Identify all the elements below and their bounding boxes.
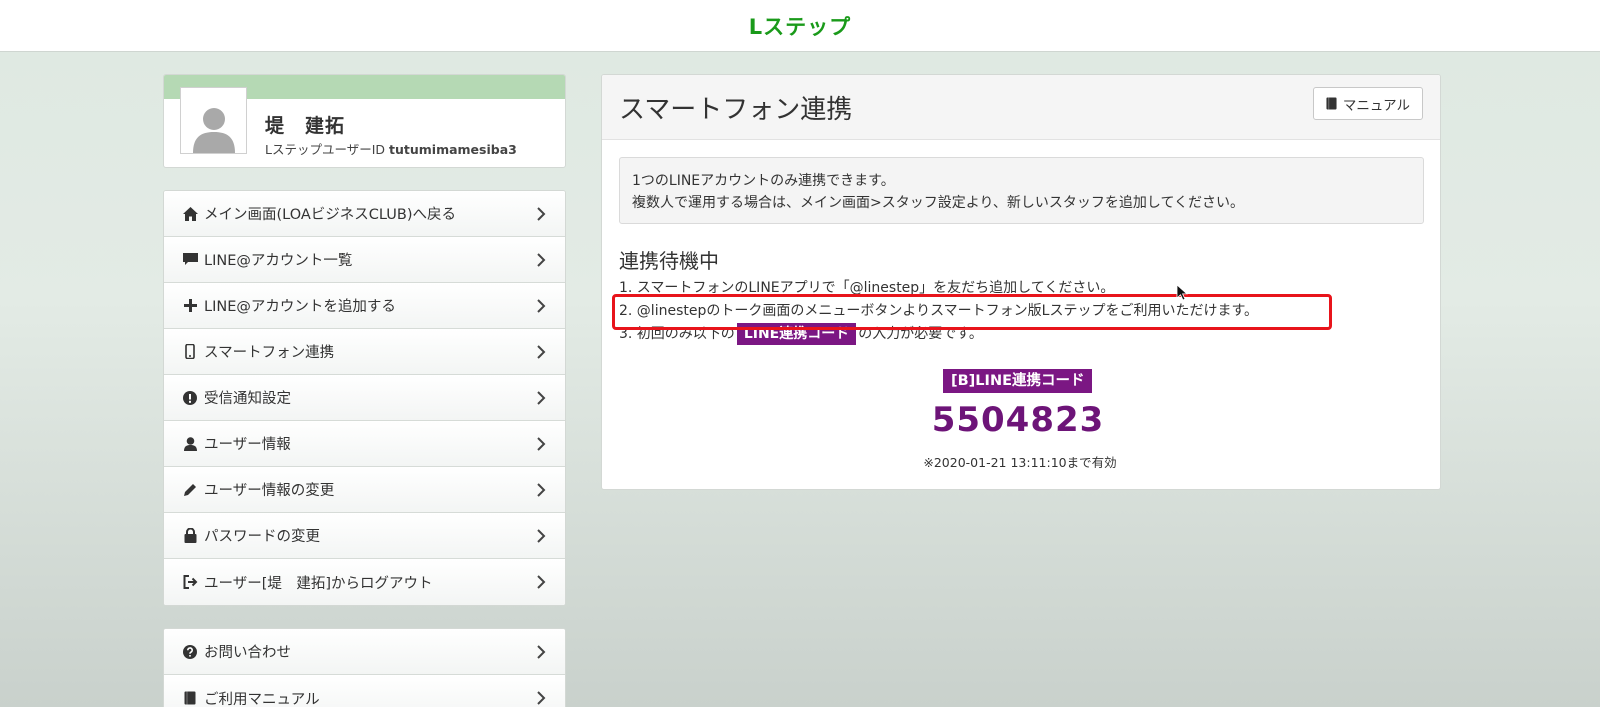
sidebar-item-label: ユーザー[堤 建拓]からログアウト (204, 575, 433, 592)
smartphone-icon (181, 344, 199, 360)
sidebar-item-edit-user[interactable]: ユーザー情報の変更 (164, 467, 565, 513)
chevron-right-icon (537, 344, 546, 359)
sidebar-item-user-info[interactable]: ユーザー情報 (164, 421, 565, 467)
sidebar-item-label: ユーザー情報の変更 (204, 483, 335, 499)
lock-icon (181, 528, 199, 544)
chevron-right-icon (537, 252, 546, 267)
pencil-icon (181, 482, 199, 498)
mouse-cursor-icon (1176, 284, 1188, 301)
avatar (180, 87, 247, 154)
steps-list: 1. スマートフォンのLINEアプリで「@linestep」を友だち追加してくだ… (619, 277, 1258, 346)
alert-icon (181, 390, 199, 406)
profile-card: 堤 建拓 LステップユーザーID tutumimamesiba3 (163, 74, 566, 168)
notice-line: 複数人で運用する場合は、メイン画面>スタッフ設定より、新しいスタッフを追加してく… (632, 195, 1245, 211)
notice-box: 1つのLINEアカウントのみ連携できます。 複数人で運用する場合は、メイン画面>… (619, 157, 1424, 224)
page-title: スマートフォン連携 (619, 95, 853, 125)
sidebar-item-logout[interactable]: ユーザー[堤 建拓]からログアウト (164, 559, 565, 605)
sidebar-item-label: LINE@アカウントを追加する (204, 299, 396, 315)
sidebar-item-label: LINE@アカウント一覧 (204, 253, 353, 269)
profile-id-value: tutumimamesiba3 (389, 142, 517, 157)
step-3-text: 3. 初回のみ以下の (619, 326, 735, 342)
notice-line: 1つのLINEアカウントのみ連携できます。 (632, 173, 895, 189)
sidebar-item-account-list[interactable]: LINE@アカウント一覧 (164, 237, 565, 283)
chevron-right-icon (537, 691, 546, 705)
link-code-value: 5504823 (931, 400, 1105, 440)
chevron-right-icon (537, 436, 546, 451)
top-bar: Lステップ (0, 0, 1600, 52)
profile-name: 堤 建拓 (265, 115, 346, 137)
step-2: 2. @linestepのトーク画面のメニューボタンよりスマートフォン版Lステッ… (619, 303, 1259, 319)
sidebar-item-label: ご利用マニュアル (204, 691, 320, 707)
user-icon (181, 436, 199, 452)
sidebar-item-user-manual[interactable]: ご利用マニュアル (164, 675, 565, 707)
sidebar-item-label: メイン画面(LOAビジネスCLUB)へ戻る (204, 207, 456, 223)
chevron-right-icon (537, 575, 546, 589)
code-expiry: ※2020-01-21 13:11:10まで有効 (923, 455, 1117, 470)
link-code-label: [B]LINE連携コード (943, 369, 1093, 393)
chevron-right-icon (537, 528, 546, 543)
logo[interactable]: Lステップ (749, 11, 851, 41)
question-icon (181, 644, 199, 660)
sidebar-menu: メイン画面(LOAビジネスCLUB)へ戻る LINE@アカウント一覧 LINE@… (163, 190, 566, 606)
chevron-right-icon (537, 390, 546, 405)
sidebar-item-contact[interactable]: お問い合わせ (164, 629, 565, 675)
manual-button[interactable]: マニュアル (1312, 87, 1423, 120)
step-1: 1. スマートフォンのLINEアプリで「@linestep」を友だち追加してくだ… (619, 280, 1115, 296)
sidebar-item-label: パスワードの変更 (204, 529, 320, 545)
sidebar-item-main-screen[interactable]: メイン画面(LOAビジネスCLUB)へ戻る (164, 191, 565, 237)
step-3: 3. 初回のみ以下の LINE連携コード の入力が必要です。 (619, 323, 1258, 346)
book-icon (181, 690, 199, 706)
chevron-right-icon (537, 298, 546, 313)
sidebar-item-label: ユーザー情報 (204, 437, 291, 453)
sidebar-item-notification[interactable]: 受信通知設定 (164, 375, 565, 421)
panel-header: スマートフォン連携 マニュアル (602, 75, 1440, 140)
manual-button-label: マニュアル (1342, 97, 1410, 114)
sidebar-item-label: お問い合わせ (204, 645, 291, 661)
status-title: 連携待機中 (619, 249, 719, 273)
sidebar-item-password[interactable]: パスワードの変更 (164, 513, 565, 559)
chevron-right-icon (537, 206, 546, 221)
sidebar-menu-support: お問い合わせ ご利用マニュアル (163, 628, 566, 707)
sidebar-item-add-account[interactable]: LINE@アカウントを追加する (164, 283, 565, 329)
comment-icon (181, 252, 199, 268)
step-3-text: の入力が必要です。 (858, 326, 983, 342)
home-icon (181, 206, 199, 222)
logout-icon (181, 574, 199, 590)
link-code-tag: LINE連携コード (736, 323, 857, 345)
book-icon (1326, 97, 1337, 110)
plus-icon (181, 298, 199, 314)
sidebar-item-label: スマートフォン連携 (204, 345, 335, 361)
sidebar-item-smartphone[interactable]: スマートフォン連携 (164, 329, 565, 375)
profile-user-id: LステップユーザーID tutumimamesiba3 (265, 139, 517, 158)
sidebar-item-label: 受信通知設定 (204, 391, 291, 407)
profile-id-label: LステップユーザーID (265, 142, 386, 157)
chevron-right-icon (537, 482, 546, 497)
user-silhouette-icon (192, 108, 235, 153)
chevron-right-icon (537, 644, 546, 659)
